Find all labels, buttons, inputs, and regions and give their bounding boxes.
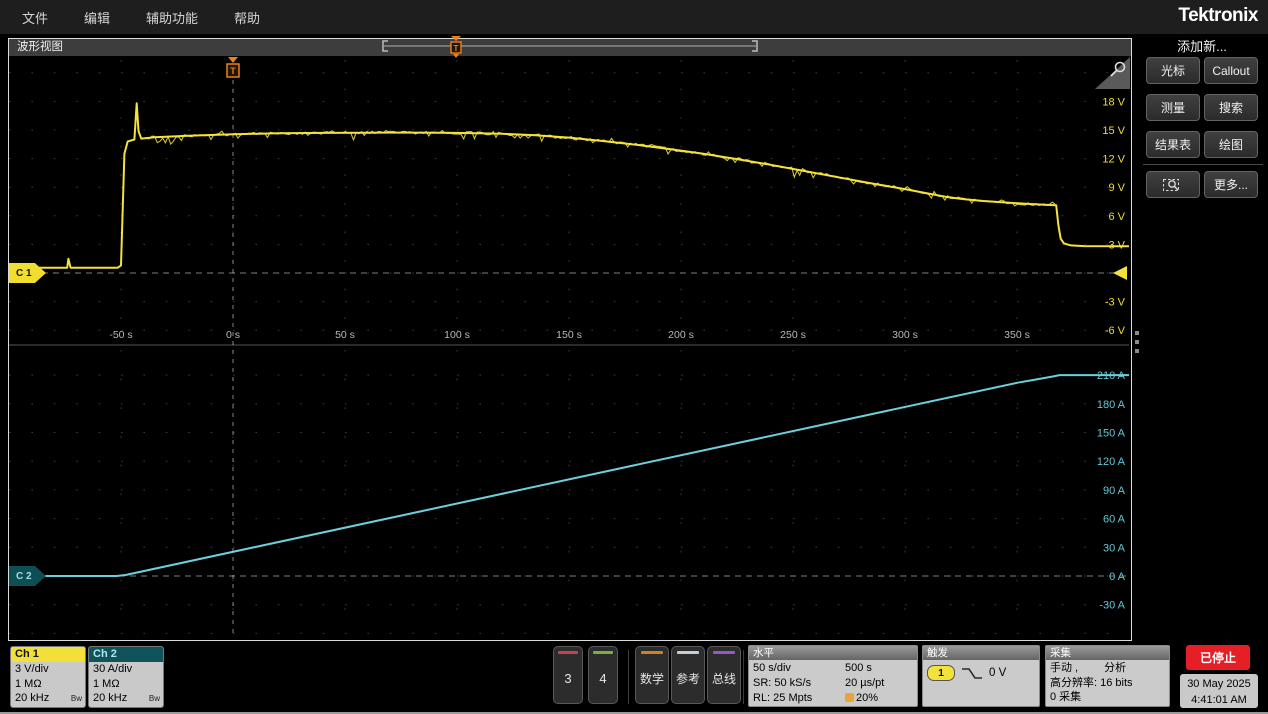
- acquisition-panel[interactable]: 采集 手动 , 分析 高分辨率: 16 bits 0 采集: [1045, 645, 1170, 707]
- trigger-panel[interactable]: 触发 1 0 V: [922, 645, 1040, 707]
- ref-color-stripe: [677, 651, 699, 654]
- x-axis-label: 100 s: [444, 329, 470, 341]
- plot-button[interactable]: 绘图: [1204, 131, 1258, 158]
- horizontal-panel-body: 50 s/div 500 s SR: 50 kS/s 20 µs/pt RL: 25…: [753, 662, 885, 704]
- zoom-corner-triangle: [1095, 57, 1130, 89]
- ch1-badge-body: 3 V/div 1 MΩ 20 kHz Bw: [15, 663, 82, 704]
- ch4-button[interactable]: 4: [588, 646, 618, 704]
- acquisition-panel-body: 手动 , 分析 高分辨率: 16 bits 0 采集: [1050, 662, 1133, 703]
- menu-bar: 文件 编辑 辅助功能 帮助: [0, 0, 1268, 34]
- x-axis-label: 150 s: [556, 329, 582, 341]
- y-axis-label: 90 A: [1103, 485, 1126, 497]
- math-button[interactable]: 数学: [635, 646, 669, 704]
- add-new-label: 添加新...: [1177, 39, 1227, 54]
- ch4-color-stripe: [593, 651, 613, 654]
- ch3-button[interactable]: 3: [553, 646, 583, 704]
- y-axis-label: 60 A: [1103, 514, 1126, 526]
- more-button[interactable]: 更多...: [1204, 171, 1258, 198]
- trigger-source-badge: 1: [927, 665, 955, 681]
- falling-edge-icon: [962, 667, 982, 679]
- menu-help[interactable]: 帮助: [234, 8, 260, 27]
- section-divider: [743, 650, 744, 704]
- y-axis-label: -30 A: [1099, 600, 1125, 612]
- results-table-button[interactable]: 结果表: [1146, 131, 1200, 158]
- panel-splitter-handle[interactable]: [1135, 331, 1140, 353]
- ref-button[interactable]: 参考: [671, 646, 705, 704]
- bus-color-stripe: [713, 651, 735, 654]
- waveform-trace[interactable]: [10, 102, 1129, 269]
- zoom-corner-button[interactable]: [1094, 56, 1131, 90]
- sidebar-divider: [1143, 164, 1263, 165]
- bus-button[interactable]: 总线: [707, 646, 741, 704]
- y-axis-label: 180 A: [1097, 399, 1126, 411]
- y-axis-label: 0 A: [1109, 571, 1126, 583]
- cursor-button[interactable]: 光标: [1146, 57, 1200, 84]
- y-axis-label: 9 V: [1108, 182, 1125, 194]
- y-axis-label: 18 V: [1102, 96, 1125, 108]
- slider-trigger-letter: T: [454, 44, 459, 53]
- datetime-display: 30 May 2025 4:41:01 AM: [1180, 674, 1258, 708]
- measure-button[interactable]: 测量: [1146, 94, 1200, 121]
- ch1-badge-header: Ch 1: [11, 647, 85, 662]
- y-axis-label: 6 V: [1108, 211, 1125, 223]
- x-axis-label: 250 s: [780, 329, 806, 341]
- y-axis-label: -3 V: [1105, 297, 1126, 309]
- zoom-area-icon: [1163, 178, 1179, 191]
- horizontal-position-slider[interactable]: T: [370, 34, 770, 60]
- waveform-view-tab-label: 波形视图: [17, 41, 63, 53]
- menu-utility[interactable]: 辅助功能: [146, 8, 198, 27]
- ch1-badge[interactable]: Ch 1 3 V/div 1 MΩ 20 kHz Bw: [10, 646, 86, 708]
- y-axis-label: -6 V: [1105, 325, 1126, 337]
- ch2-badge-body: 30 A/div 1 MΩ 20 kHz Bw: [93, 663, 160, 704]
- trigger-arrow-icon: [228, 57, 238, 63]
- x-axis-label: 300 s: [892, 329, 918, 341]
- button-divider: [628, 650, 629, 704]
- slider-trigger-arrow-icon: [451, 36, 461, 41]
- zoom-area-button[interactable]: [1146, 171, 1200, 198]
- ch3-color-stripe: [558, 651, 578, 654]
- y-axis-label: 12 V: [1102, 154, 1125, 166]
- ch2-badge[interactable]: Ch 2 30 A/div 1 MΩ 20 kHz Bw: [88, 646, 164, 708]
- horizontal-panel-title: 水平: [749, 646, 917, 660]
- compression-icon: [845, 693, 854, 702]
- search-button[interactable]: 搜索: [1204, 94, 1258, 121]
- y-axis-label: 150 A: [1097, 427, 1126, 439]
- math-color-stripe: [641, 651, 663, 654]
- y-axis-label: 30 A: [1103, 542, 1126, 554]
- trigger-marker-letter: T: [230, 66, 236, 76]
- stop-button[interactable]: 已停止: [1186, 645, 1250, 670]
- horizontal-panel[interactable]: 水平 50 s/div 500 s SR: 50 kS/s 20 µs/pt RL:…: [748, 645, 918, 707]
- menu-file[interactable]: 文件: [22, 8, 48, 27]
- ch2-bandwidth-icon: Bw: [148, 693, 160, 703]
- x-axis-label: 200 s: [668, 329, 694, 341]
- x-axis-label: 350 s: [1004, 329, 1030, 341]
- trigger-panel-body: 1 0 V: [923, 660, 1039, 682]
- y-axis-label: 15 V: [1102, 125, 1125, 137]
- x-axis-label: -50 s: [109, 329, 132, 341]
- acquisition-panel-title: 采集: [1046, 646, 1169, 660]
- trigger-panel-title: 触发: [923, 646, 1039, 660]
- waveform-view-panel: 波形视图 18 V15 V12 V9 V6 V3 V0-3 V-6 V-50 s…: [8, 38, 1132, 641]
- ch2-badge-header: Ch 2: [89, 647, 163, 662]
- slider-trigger-tick-icon: [453, 54, 459, 58]
- x-axis-label: 50 s: [335, 329, 355, 341]
- menu-edit[interactable]: 编辑: [84, 8, 110, 27]
- waveform-graticule[interactable]: 18 V15 V12 V9 V6 V3 V0-3 V-6 V-50 s0 s50…: [9, 56, 1129, 638]
- tektronix-logo: Tektronix: [1178, 5, 1258, 26]
- waveform-trace[interactable]: [10, 374, 1129, 577]
- y-axis-label: 120 A: [1097, 456, 1126, 468]
- ch1-bandwidth-icon: Bw: [70, 693, 82, 703]
- trigger-level: 0 V: [989, 666, 1007, 679]
- waveform-noise: [141, 129, 1056, 207]
- callout-button[interactable]: Callout: [1204, 57, 1258, 84]
